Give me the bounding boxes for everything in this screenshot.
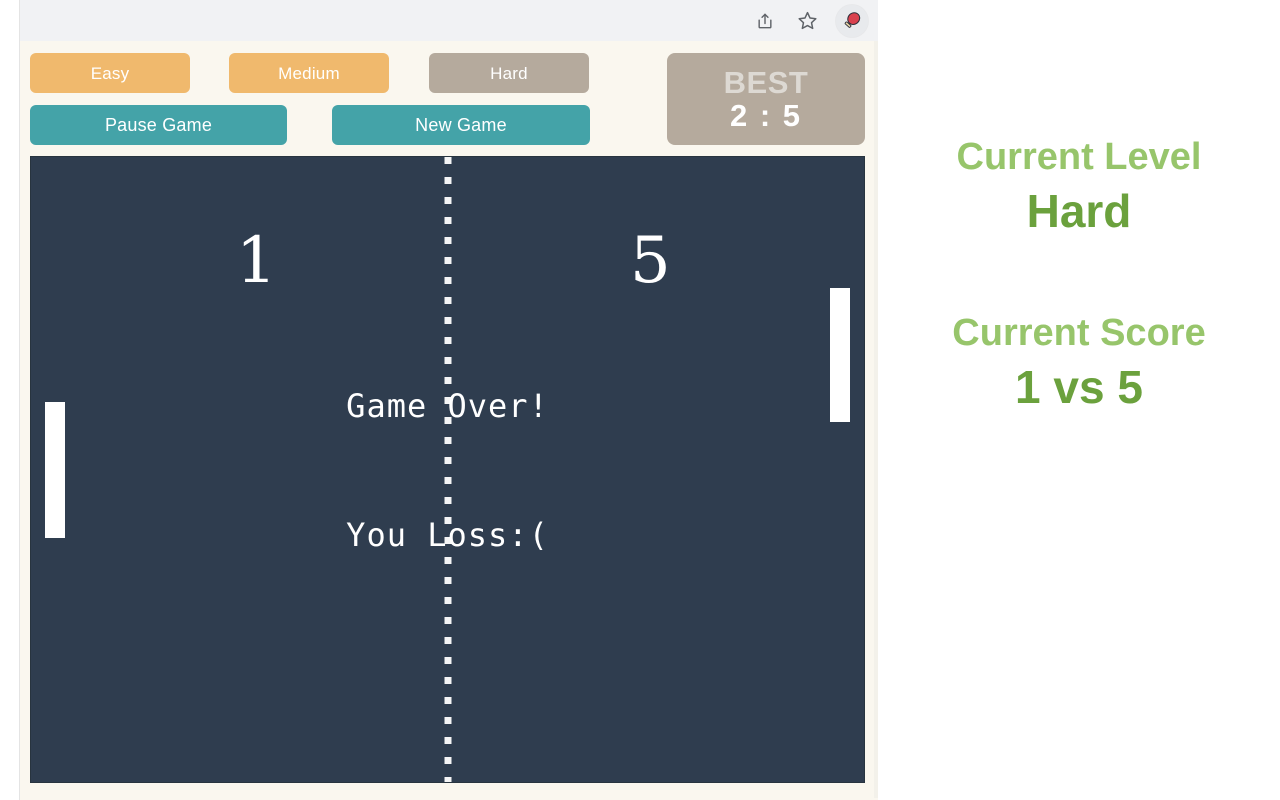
browser-toolbar	[20, 0, 878, 42]
level-button-medium[interactable]: Medium	[229, 53, 389, 93]
center-net-line	[444, 157, 451, 782]
player-score-left: 1	[236, 224, 277, 298]
level-button-hard[interactable]: Hard	[429, 53, 589, 93]
game-result-message: You Loss:(	[346, 516, 549, 554]
current-level-block: Current Level Hard	[878, 136, 1280, 239]
star-icon[interactable]	[794, 8, 820, 34]
current-level-value: Hard	[1026, 184, 1132, 237]
current-score-value: 1 vs 5	[1015, 360, 1143, 413]
browser-window: Easy Medium Hard Pause Game New Game BES…	[20, 0, 878, 800]
ping-pong-paddle-icon[interactable]	[836, 4, 868, 37]
browser-toolbar-actions	[752, 0, 874, 41]
player-score-right: 5	[630, 224, 671, 298]
best-score-value: 2 : 5	[729, 98, 803, 133]
app-root: Easy Medium Hard Pause Game New Game BES…	[0, 0, 1280, 800]
current-score-title: Current Score	[952, 312, 1206, 354]
pause-game-button[interactable]: Pause Game	[30, 105, 287, 145]
game-over-message: Game Over!	[346, 387, 549, 425]
share-icon[interactable]	[752, 8, 778, 34]
game-controls: Easy Medium Hard Pause Game New Game BES…	[30, 53, 875, 158]
best-score-label: BEST	[723, 65, 809, 100]
page-content: Easy Medium Hard Pause Game New Game BES…	[20, 41, 878, 798]
level-button-easy[interactable]: Easy	[30, 53, 190, 93]
info-panel: Current Level Hard Current Score 1 vs 5	[878, 0, 1280, 800]
new-game-button[interactable]: New Game	[332, 105, 590, 145]
best-score-box: BEST 2 : 5	[667, 53, 865, 145]
game-board[interactable]: 1 5 Game Over! You Loss:(	[31, 157, 864, 782]
current-level-title: Current Level	[956, 136, 1202, 178]
paddle-left[interactable]	[45, 402, 65, 538]
current-score-block: Current Score 1 vs 5	[878, 312, 1280, 415]
